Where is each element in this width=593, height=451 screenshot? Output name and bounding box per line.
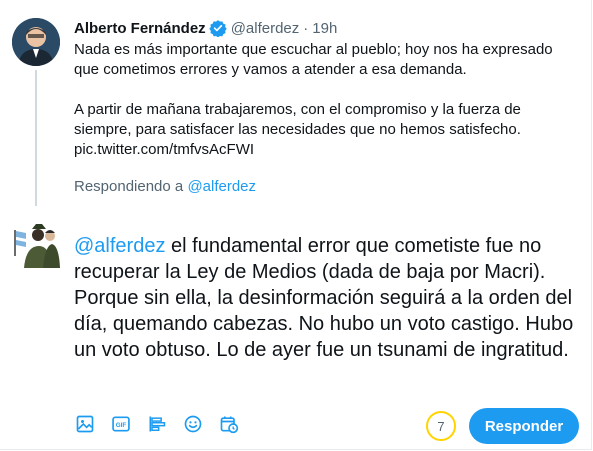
tweet-paragraph-1: Nada es más importante que escuchar al p…: [74, 41, 553, 78]
header-separator: ·: [303, 19, 309, 37]
compose-toolbar: GIF: [74, 413, 240, 435]
author-name[interactable]: Alberto Fernández: [74, 20, 206, 37]
tweet-paragraph-2: A partir de mañana trabajaremos, con el …: [74, 101, 521, 138]
tweet-header: Alberto Fernández @alferdez · 19h: [74, 19, 337, 38]
image-icon[interactable]: [74, 413, 96, 435]
replying-to: Respondiendo a @alferdez: [74, 178, 256, 195]
tweet-body: Nada es más importante que escuchar al p…: [74, 40, 574, 160]
gif-icon-label: GIF: [116, 422, 127, 429]
tweet-media-link[interactable]: pic.twitter.com/tmfvsAcFWI: [74, 140, 574, 160]
reply-dialog: Alberto Fernández @alferdez · 19h Nada e…: [0, 0, 592, 450]
tweet-time[interactable]: 19h: [312, 20, 337, 37]
thread-connector-line: [35, 70, 37, 206]
poll-icon[interactable]: [146, 413, 168, 435]
reply-mention[interactable]: @alferdez: [74, 235, 165, 257]
verified-badge-icon: [208, 19, 227, 38]
reply-button[interactable]: Responder: [469, 408, 579, 444]
user-avatar[interactable]: [12, 220, 60, 268]
character-counter: 7: [426, 411, 456, 441]
schedule-icon[interactable]: [218, 413, 240, 435]
emoji-icon[interactable]: [182, 413, 204, 435]
reply-compose-textarea[interactable]: @alferdez el fundamental error que comet…: [74, 233, 584, 363]
gif-icon[interactable]: GIF: [110, 413, 132, 435]
replying-prefix: Respondiendo a: [74, 178, 184, 195]
replying-handle-link[interactable]: @alferdez: [187, 178, 256, 195]
author-handle[interactable]: @alferdez: [231, 20, 300, 37]
author-avatar[interactable]: [12, 18, 60, 66]
